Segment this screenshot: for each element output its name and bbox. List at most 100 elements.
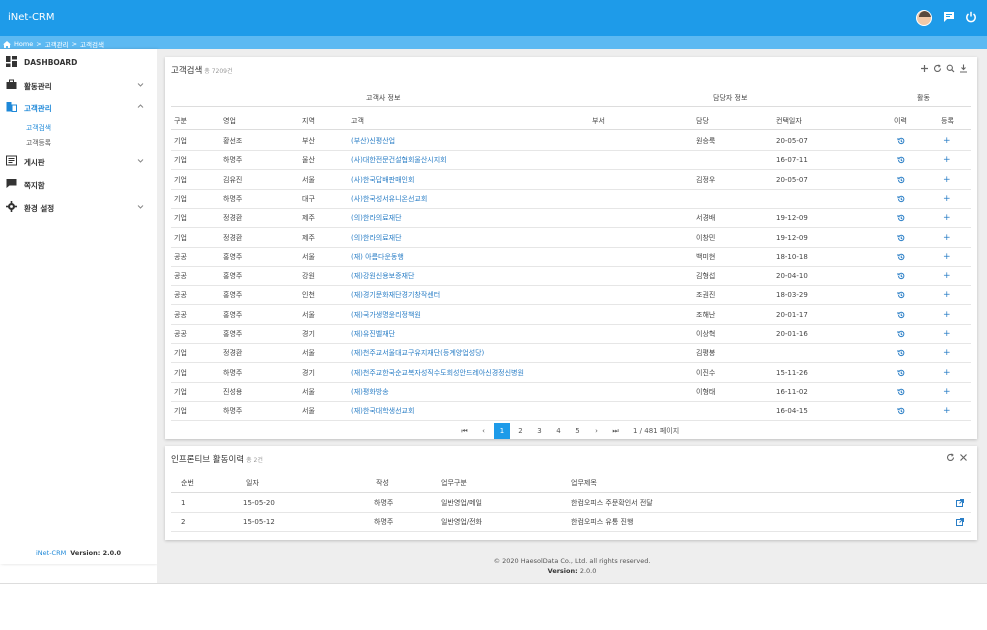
page-4-button[interactable]: 4 xyxy=(549,427,568,435)
table-row[interactable]: 기업 하명주 울산 (사)대한전문건설협회울산시지회 16-07-11 + xyxy=(171,151,971,171)
chevron-down-icon[interactable] xyxy=(137,81,144,88)
add-activity-icon[interactable]: + xyxy=(943,267,951,285)
sidebar-item-settings[interactable]: 환경 설정 xyxy=(0,196,157,218)
open-external-icon[interactable] xyxy=(956,513,964,531)
table-row[interactable]: 기업 정경환 제주 (의)한라의료재단 이창민 19-12-09 + xyxy=(171,229,971,248)
history-icon[interactable] xyxy=(897,132,905,150)
prev-page-button[interactable]: ‹ xyxy=(474,427,493,435)
add-activity-icon[interactable]: + xyxy=(943,364,951,382)
history-icon[interactable] xyxy=(897,151,905,169)
table-row[interactable]: 기업 하명주 대구 (사)한국성서유니온선교회 + xyxy=(171,190,971,209)
table-row[interactable]: 기업 김유진 서울 (사)한국답배판매인회 김정우 20-05-07 + xyxy=(171,171,971,190)
add-activity-icon[interactable]: + xyxy=(943,229,951,247)
cell-customer[interactable]: (의)한라의료재단 xyxy=(351,229,402,247)
add-activity-icon[interactable]: + xyxy=(943,402,951,420)
app-title[interactable]: iNet-CRM xyxy=(8,12,55,23)
cell-customer[interactable]: (의)한라의료재단 xyxy=(351,209,402,227)
table-row[interactable]: 공공 홍영주 강원 (재)강원신용보증재단 김형섭 20-04-10 + xyxy=(171,267,971,287)
refresh-icon[interactable] xyxy=(946,453,955,462)
cell-customer[interactable]: (재)평화방송 xyxy=(351,383,389,401)
cell-customer[interactable]: (부산)신평산업 xyxy=(351,132,395,150)
close-icon[interactable] xyxy=(959,453,968,462)
col-customer[interactable]: 고객 xyxy=(351,112,364,129)
power-icon[interactable] xyxy=(965,11,977,23)
table-row[interactable]: 기업 황선조 부산 (부산)신평산업 원승룩 20-05-07 + xyxy=(171,132,971,151)
cell-customer[interactable]: (재)국가생명윤리정책원 xyxy=(351,306,421,324)
cell-customer[interactable]: (재)강원신용보증재단 xyxy=(351,267,414,285)
add-activity-icon[interactable]: + xyxy=(943,286,951,304)
col-sales[interactable]: 영업 xyxy=(223,112,236,129)
table-row[interactable]: 기업 하명주 서울 (재)한국대학생선교회 16-04-15 + xyxy=(171,402,971,422)
cell-customer[interactable]: (사)한국답배판매인회 xyxy=(351,171,414,189)
table-row[interactable]: 공공 홍영주 서울 (재) 아름다운동행 백미현 18-10-18 + xyxy=(171,248,971,267)
add-icon[interactable] xyxy=(920,64,929,73)
breadcrumb-home[interactable]: Home xyxy=(14,40,33,48)
history-row[interactable]: 1 15-05-20 하명주 일반영업/메일 한컴오피스 주문확인서 전달 xyxy=(171,494,971,513)
cell-customer[interactable]: (재) 아름다운동행 xyxy=(351,248,404,266)
first-page-button[interactable]: ⏮ xyxy=(455,427,474,436)
cell-customer[interactable]: (사)한국성서유니온선교회 xyxy=(351,190,427,208)
cell-customer[interactable]: (사)대한전문건설협회울산시지회 xyxy=(351,151,447,169)
last-page-button[interactable]: ⏭ xyxy=(606,427,625,436)
search-icon[interactable] xyxy=(946,64,955,73)
page-2-button[interactable]: 2 xyxy=(511,427,530,435)
open-external-icon[interactable] xyxy=(956,494,964,512)
history-icon[interactable] xyxy=(897,383,905,401)
breadcrumb-level1[interactable]: 고객관리 xyxy=(45,39,69,49)
history-row[interactable]: 2 15-05-12 하명주 일반영업/전화 한컴오피스 유통 진행 xyxy=(171,513,971,532)
next-page-button[interactable]: › xyxy=(587,427,606,435)
add-activity-icon[interactable]: + xyxy=(943,132,951,150)
add-activity-icon[interactable]: + xyxy=(943,248,951,266)
add-activity-icon[interactable]: + xyxy=(943,344,951,362)
history-icon[interactable] xyxy=(897,267,905,285)
history-icon[interactable] xyxy=(897,306,905,324)
page-5-button[interactable]: 5 xyxy=(568,427,587,435)
add-activity-icon[interactable]: + xyxy=(943,306,951,324)
history-icon[interactable] xyxy=(897,229,905,247)
add-activity-icon[interactable]: + xyxy=(943,171,951,189)
table-row[interactable]: 공공 홍영주 서울 (재)국가생명윤리정책원 조해난 20-01-17 + xyxy=(171,306,971,325)
history-icon[interactable] xyxy=(897,209,905,227)
cell-customer[interactable]: (재)한국대학생선교회 xyxy=(351,402,414,420)
history-icon[interactable] xyxy=(897,171,905,189)
history-icon[interactable] xyxy=(897,364,905,382)
chevron-down-icon[interactable] xyxy=(137,203,144,210)
submenu-customer-search[interactable]: 고객검색 xyxy=(26,122,51,132)
col-contact-date[interactable]: 컨택일자 xyxy=(776,112,802,129)
table-row[interactable]: 기업 정경환 제주 (의)한라의료재단 서경배 19-12-09 + xyxy=(171,209,971,229)
history-icon[interactable] xyxy=(897,344,905,362)
page-1-button[interactable]: 1 xyxy=(494,423,510,439)
chat-icon[interactable] xyxy=(943,11,955,23)
add-activity-icon[interactable]: + xyxy=(943,190,951,208)
table-row[interactable]: 기업 하명주 경기 (재)천주교한국순교복자성직수도회성안드레아신경정신병원 이진수 15… xyxy=(171,364,971,383)
refresh-icon[interactable] xyxy=(933,64,942,73)
chevron-down-icon[interactable] xyxy=(137,157,144,164)
page-3-button[interactable]: 3 xyxy=(530,427,549,435)
col-type[interactable]: 구분 xyxy=(174,112,187,129)
cell-customer[interactable]: (재)유진벨재단 xyxy=(351,325,395,343)
submenu-customer-register[interactable]: 고객등록 xyxy=(26,137,51,147)
cell-customer[interactable]: (재)천주교서울대교구유지재단(등계양업성당) xyxy=(351,344,484,362)
table-row[interactable]: 공공 홍영주 경기 (재)유진벨재단 이상혁 20-01-16 + xyxy=(171,325,971,344)
history-icon[interactable] xyxy=(897,286,905,304)
table-row[interactable]: 공공 홍영주 인천 (재)경기문화재단경기창작센터 조권진 18-03-29 + xyxy=(171,286,971,306)
sidebar-item-activity[interactable]: 활동관리 xyxy=(0,74,157,96)
add-activity-icon[interactable]: + xyxy=(943,209,951,227)
table-row[interactable]: 기업 정경환 서울 (재)천주교서울대교구유지재단(등계양업성당) 김평봉 + xyxy=(171,344,971,364)
cell-customer[interactable]: (재)천주교한국순교복자성직수도회성안드레아신경정신병원 xyxy=(351,364,524,382)
table-row[interactable]: 기업 진성용 서울 (재)평화방송 이형태 16-11-02 + xyxy=(171,383,971,402)
sidebar-item-dashboard[interactable]: DASHBOARD xyxy=(0,51,157,73)
sidebar-item-customers[interactable]: 고객관리 xyxy=(0,96,157,118)
col-manager[interactable]: 담당 xyxy=(696,112,709,129)
cell-customer[interactable]: (재)경기문화재단경기창작센터 xyxy=(351,286,440,304)
history-icon[interactable] xyxy=(897,402,905,420)
history-icon[interactable] xyxy=(897,248,905,266)
user-avatar[interactable] xyxy=(916,10,932,26)
download-icon[interactable] xyxy=(959,64,968,73)
col-dept[interactable]: 부서 xyxy=(592,112,605,129)
add-activity-icon[interactable]: + xyxy=(943,325,951,343)
add-activity-icon[interactable]: + xyxy=(943,151,951,169)
chevron-up-icon[interactable] xyxy=(137,103,144,110)
history-icon[interactable] xyxy=(897,190,905,208)
sidebar-item-board[interactable]: 게시판 xyxy=(0,150,157,172)
